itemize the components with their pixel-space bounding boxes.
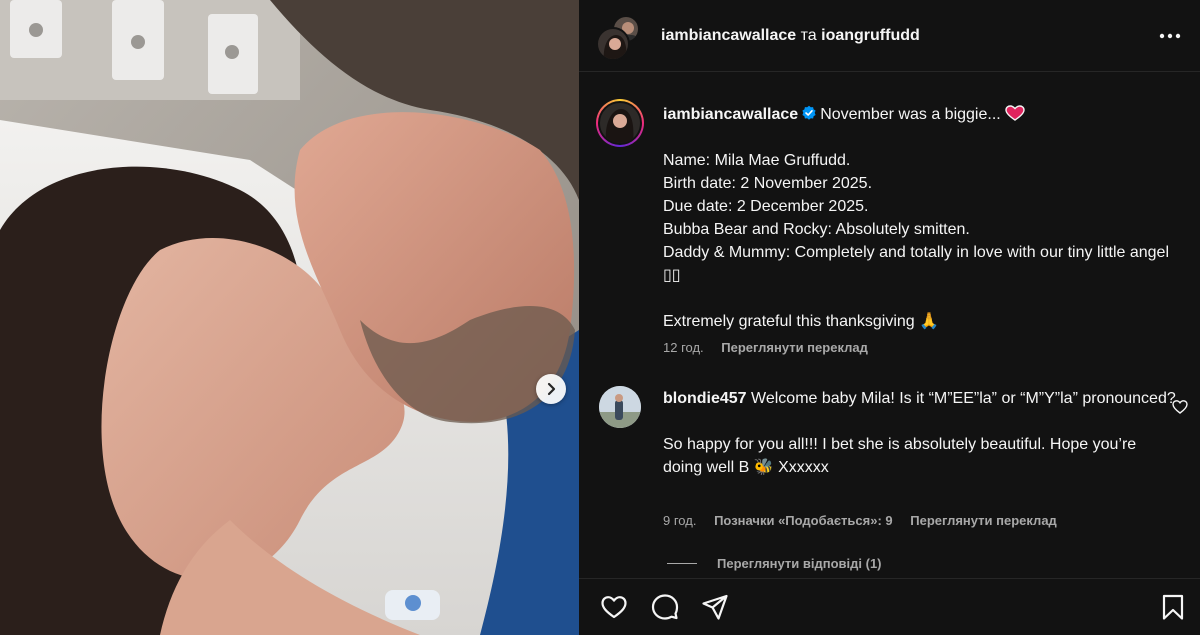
header-author-1[interactable]: iambiancawallace xyxy=(661,27,796,44)
caption-line: Bubba Bear and Rocky: Absolutely smitten… xyxy=(663,221,970,238)
bee-emoji: 🐝 xyxy=(753,459,774,476)
caption-meta: 12 год. Переглянути переклад xyxy=(663,340,882,355)
post-actions xyxy=(579,578,1200,635)
view-replies-button[interactable]: Переглянути відповіді (1) xyxy=(667,556,882,571)
post-header: iambiancawallace та ioangruffudd xyxy=(579,0,1200,72)
comment-text-2: So happy for you all!!! I bet she is abs… xyxy=(663,436,1137,476)
collab-avatars[interactable] xyxy=(596,15,642,61)
comment-username[interactable]: blondie457 xyxy=(663,390,747,407)
chevron-right-icon xyxy=(547,382,556,396)
post-photo[interactable] xyxy=(0,0,579,635)
caption-line: Daddy & Mummy: Completely and totally in… xyxy=(663,244,1169,284)
caption-time[interactable]: 12 год. xyxy=(663,340,704,355)
post-photo-image xyxy=(0,0,579,635)
comment: blondie457 Welcome baby Mila! Is it “M”E… xyxy=(663,387,1179,479)
comment-text-1: Welcome baby Mila! Is it “M”EE”la” or “M… xyxy=(751,390,1176,407)
replies-divider xyxy=(667,563,697,564)
comment-avatar[interactable] xyxy=(599,386,641,428)
header-separator: та xyxy=(800,27,817,44)
caption-username[interactable]: iambiancawallace xyxy=(663,106,798,123)
comments-scroll-area[interactable]: iambiancawallace November was a biggie...… xyxy=(579,73,1200,578)
comment-meta: 9 год. Позначки «Подобається»: 9 Перегля… xyxy=(663,513,1071,528)
comment-icon[interactable] xyxy=(651,593,679,621)
avatar-iambiancawallace[interactable] xyxy=(596,27,630,61)
view-replies-label: Переглянути відповіді (1) xyxy=(717,556,882,571)
red-heart-emoji xyxy=(1005,105,1025,121)
caption-first-line: November was a biggie... xyxy=(820,106,1001,123)
praying-hands-emoji: 🙏 xyxy=(919,313,940,330)
comment-likes[interactable]: Позначки «Подобається»: 9 xyxy=(714,513,893,528)
verified-badge-icon xyxy=(802,105,816,120)
header-author-2[interactable]: ioangruffudd xyxy=(821,27,920,44)
comment-time[interactable]: 9 год. xyxy=(663,513,696,528)
caption-see-translation[interactable]: Переглянути переклад xyxy=(721,340,868,355)
more-options-icon[interactable] xyxy=(1158,26,1182,46)
header-authors: iambiancawallace та ioangruffudd xyxy=(661,27,920,45)
heart-outline-icon[interactable] xyxy=(1172,399,1188,415)
caption-line: Name: Mila Mae Gruffudd. xyxy=(663,152,851,169)
share-icon[interactable] xyxy=(701,593,729,621)
next-photo-button[interactable] xyxy=(536,374,566,404)
caption-avatar[interactable] xyxy=(596,99,644,147)
caption-line: Due date: 2 December 2025. xyxy=(663,198,869,215)
caption-closing: Extremely grateful this thanksgiving xyxy=(663,313,915,330)
post-side-panel: iambiancawallace та ioangruffudd iambian… xyxy=(579,0,1200,635)
comment-see-translation[interactable]: Переглянути переклад xyxy=(910,513,1057,528)
heart-icon[interactable] xyxy=(600,593,628,621)
comment-text-2-end: Xxxxxx xyxy=(778,459,829,476)
caption-line: Birth date: 2 November 2025. xyxy=(663,175,873,192)
post-caption: iambiancawallace November was a biggie...… xyxy=(663,103,1187,333)
bookmark-icon[interactable] xyxy=(1159,593,1187,621)
